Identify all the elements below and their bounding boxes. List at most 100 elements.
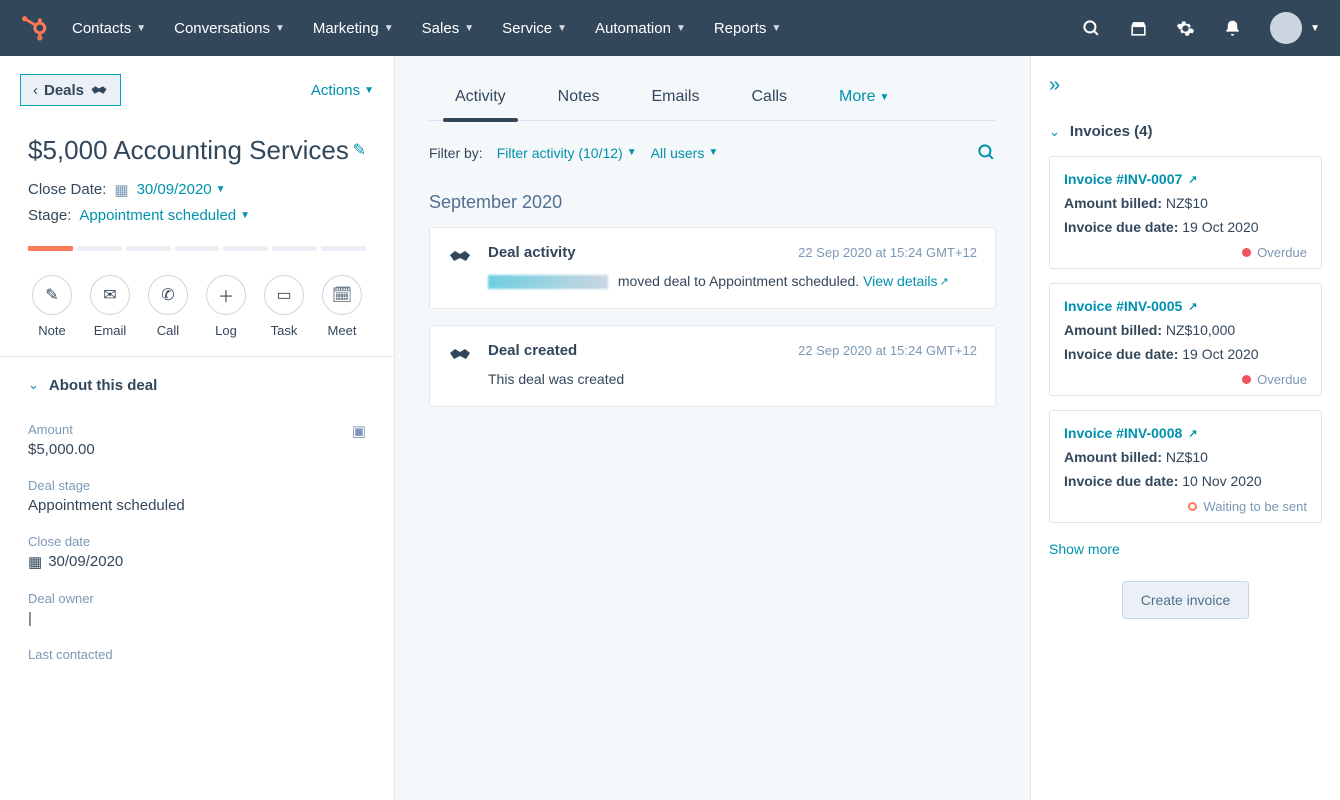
chevron-down-icon: ▼ (384, 23, 394, 34)
handshake-icon (448, 244, 472, 268)
field-label: Amount (28, 422, 366, 437)
chevron-down-icon: ⌄ (28, 377, 39, 393)
field-amount: ▣ Amount $5,000.00 (0, 412, 394, 468)
quick-actions: ✎Note ✉Email ✆Call ＋Log ▭Task 🗓Meet (0, 251, 394, 356)
bell-icon[interactable] (1223, 19, 1242, 38)
pencil-icon[interactable]: ✎ (353, 140, 366, 160)
handshake-icon (90, 81, 108, 99)
status-dot-icon (1188, 502, 1197, 511)
account-menu[interactable]: ▼ (1270, 12, 1320, 44)
tab-more[interactable]: More▼ (813, 70, 915, 120)
pipeline-segment (223, 246, 268, 251)
activity-tabs: Activity Notes Emails Calls More▼ (429, 70, 996, 121)
caret-down-icon: ▼ (216, 184, 226, 195)
field-last-contacted: Last contacted (0, 637, 394, 676)
activity-text: moved deal to Appointment scheduled. Vie… (488, 271, 977, 292)
stage-label: Stage: (28, 207, 71, 224)
meet-button[interactable]: 🗓Meet (322, 275, 362, 338)
invoice-link[interactable]: Invoice #INV-0005 ↗ (1064, 298, 1197, 314)
filter-row: Filter by: Filter activity (10/12)▼ All … (429, 121, 996, 168)
invoice-card: Invoice #INV-0008 ↗ Amount billed: NZ$10… (1049, 410, 1322, 523)
stage-value[interactable]: Appointment scheduled ▼ (79, 207, 250, 224)
field-value[interactable]: $5,000.00 (28, 441, 366, 458)
tab-calls[interactable]: Calls (725, 70, 813, 120)
hubspot-logo-icon[interactable] (20, 14, 48, 42)
create-invoice-button[interactable]: Create invoice (1122, 581, 1250, 619)
search-icon[interactable] (1082, 19, 1101, 38)
nav-automation[interactable]: Automation▼ (595, 20, 686, 37)
amount-billed: NZ$10 (1166, 449, 1208, 465)
call-button[interactable]: ✆Call (148, 275, 188, 338)
actions-dropdown[interactable]: Actions ▼ (311, 82, 374, 99)
pipeline-segment (175, 246, 220, 251)
right-panel: » ⌄ Invoices (4) Invoice #INV-0007 ↗ Amo… (1030, 56, 1340, 800)
avatar (1270, 12, 1302, 44)
activity-timestamp: 22 Sep 2020 at 15:24 GMT+12 (798, 245, 977, 260)
nav-items: Contacts▼ Conversations▼ Marketing▼ Sale… (72, 20, 1058, 37)
activity-title: Deal created (488, 342, 577, 359)
field-value[interactable]: ▦30/09/2020 (28, 553, 366, 571)
about-deal-section-header[interactable]: ⌄ About this deal (0, 357, 394, 412)
due-date: 19 Oct 2020 (1182, 219, 1258, 235)
amount-billed: NZ$10 (1166, 195, 1208, 211)
field-value[interactable]: Appointment scheduled (28, 497, 366, 514)
chevron-down-icon: ▼ (464, 23, 474, 34)
log-button[interactable]: ＋Log (206, 275, 246, 338)
nav-contacts[interactable]: Contacts▼ (72, 20, 146, 37)
note-button[interactable]: ✎Note (32, 275, 72, 338)
task-button[interactable]: ▭Task (264, 275, 304, 338)
chevron-down-icon: ▼ (136, 23, 146, 34)
note-icon: ✎ (45, 285, 58, 305)
field-value[interactable]: | (28, 610, 366, 627)
nav-reports[interactable]: Reports▼ (714, 20, 781, 37)
close-date-label: Close Date: (28, 181, 106, 198)
marketplace-icon[interactable] (1129, 19, 1148, 38)
invoice-link[interactable]: Invoice #INV-0007 ↗ (1064, 171, 1197, 187)
external-link-icon: ↗ (940, 276, 949, 288)
chevron-down-icon: ▼ (676, 23, 686, 34)
schedule-icon: 🗓 (332, 285, 352, 305)
plus-icon: ＋ (218, 283, 234, 307)
details-icon[interactable]: ▣ (352, 422, 366, 440)
activity-card: Deal activity 22 Sep 2020 at 15:24 GMT+1… (429, 227, 996, 309)
pipeline-segment (77, 246, 122, 251)
back-label: Deals (44, 82, 84, 99)
invoice-card: Invoice #INV-0007 ↗ Amount billed: NZ$10… (1049, 156, 1322, 269)
filter-activity-dropdown[interactable]: Filter activity (10/12)▼ (497, 145, 637, 161)
pipeline-progress (0, 228, 394, 251)
field-close-date: Close date ▦30/09/2020 (0, 524, 394, 581)
due-date: 19 Oct 2020 (1182, 346, 1258, 362)
field-label: Close date (28, 534, 366, 549)
tab-notes[interactable]: Notes (532, 70, 626, 120)
filter-users-dropdown[interactable]: All users▼ (651, 145, 719, 161)
back-to-deals-button[interactable]: ‹ Deals (20, 74, 121, 106)
due-date: 10 Nov 2020 (1182, 473, 1261, 489)
nav-marketing[interactable]: Marketing▼ (313, 20, 394, 37)
invoices-section-header[interactable]: ⌄ Invoices (4) (1049, 115, 1322, 156)
nav-sales[interactable]: Sales▼ (422, 20, 474, 37)
tab-activity[interactable]: Activity (429, 70, 532, 120)
pipeline-segment (28, 246, 73, 251)
external-link-icon: ↗ (1188, 301, 1197, 313)
show-more-link[interactable]: Show more (1049, 537, 1322, 573)
nav-service[interactable]: Service▼ (502, 20, 567, 37)
tab-emails[interactable]: Emails (625, 70, 725, 120)
field-label: Deal owner (28, 591, 366, 606)
nav-conversations[interactable]: Conversations▼ (174, 20, 285, 37)
view-details-link[interactable]: View details↗ (863, 273, 949, 289)
caret-down-icon: ▼ (364, 85, 374, 96)
amount-billed: NZ$10,000 (1166, 322, 1235, 338)
gear-icon[interactable] (1176, 19, 1195, 38)
field-label: Deal stage (28, 478, 366, 493)
collapse-panel-icon[interactable]: » (1049, 70, 1322, 115)
search-icon[interactable] (977, 143, 996, 162)
chevron-down-icon: ⌄ (1049, 124, 1060, 140)
close-date-value[interactable]: 30/09/2020 ▼ (137, 181, 226, 198)
caret-down-icon: ▼ (708, 147, 718, 158)
month-heading: September 2020 (429, 168, 996, 227)
email-button[interactable]: ✉Email (90, 275, 130, 338)
caret-down-icon: ▼ (880, 92, 890, 103)
pipeline-segment (126, 246, 171, 251)
invoice-link[interactable]: Invoice #INV-0008 ↗ (1064, 425, 1197, 441)
status-dot-icon (1242, 248, 1251, 257)
